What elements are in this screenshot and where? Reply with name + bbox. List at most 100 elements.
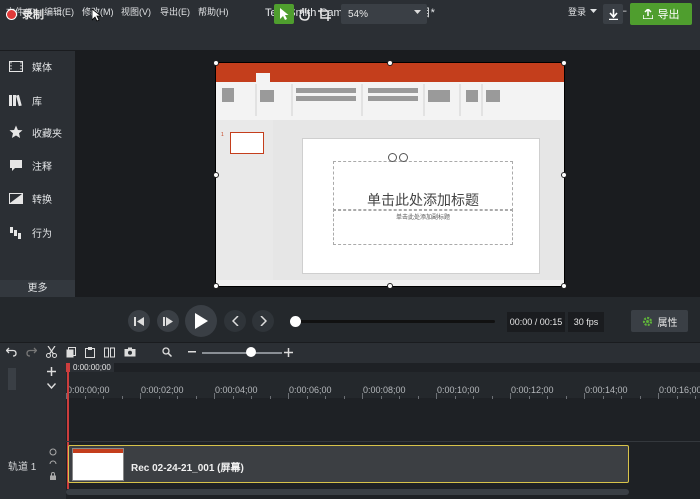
ruler-tick [177,396,178,399]
ruler-tick [343,396,345,399]
play-icon [195,313,208,329]
resize-handle[interactable] [213,60,219,66]
add-track-button[interactable] [42,364,60,378]
menu-help[interactable]: 帮助(H) [198,5,229,18]
sidebar-item-label: 库 [32,96,42,108]
play-button[interactable] [185,305,217,337]
split-button[interactable] [102,345,116,359]
timeline-zoom-handle[interactable] [246,347,256,357]
ruler-tick [491,396,493,399]
sidebar-item-library[interactable]: 库 [0,84,75,116]
crop-tool-button[interactable] [314,4,334,24]
ruler-tick [676,396,678,399]
ruler-tick [306,396,308,399]
chevron-right-icon [259,316,267,326]
menu-view[interactable]: 视图(V) [121,5,151,18]
previous-marker-button[interactable] [224,310,246,332]
sidebar-item-transitions[interactable]: 转换 [0,182,75,214]
ppt-thumbnail-pane: 1 [216,120,273,280]
snapshot-button[interactable] [123,345,137,359]
zoom-value: 54% [348,8,369,20]
ruler-tick-label: 0:00:12;00 [511,385,554,395]
export-label: 导出 [657,9,680,21]
fps-readout: 30 fps [568,312,604,332]
rotate-handle-icon [399,153,408,162]
redo-button[interactable] [24,345,38,359]
sidebar-item-behaviors[interactable]: 行为 [0,216,75,248]
resize-handle[interactable] [561,172,567,178]
resize-handle[interactable] [213,172,219,178]
timeline-zoom-slider[interactable] [202,352,282,354]
sidebar-item-label: 行为 [32,228,52,240]
slide-thumbnail [230,132,264,154]
pan-tool-button[interactable] [294,4,314,24]
playhead-time: 0:00:00;00 [70,363,114,372]
ruler-tick-label: 0:00:10;00 [437,385,480,395]
resize-handle[interactable] [561,283,567,289]
minus-icon [188,351,196,353]
ruler-tick [695,396,696,399]
ruler-tick [565,396,567,399]
zoom-select[interactable]: 54% [341,4,427,24]
ruler-tick [84,396,86,399]
download-button[interactable] [603,4,623,24]
ruler-tick [362,393,363,399]
lock-icon[interactable] [49,472,57,480]
undo-icon [5,347,17,357]
plus-icon [46,366,56,376]
timeline-scrollbar[interactable] [66,489,629,495]
zoom-out-button[interactable] [160,345,174,359]
menu-edit[interactable]: 编辑(E) [44,5,74,18]
track-divider [66,441,700,442]
record-icon [6,8,17,20]
behavior-icon [9,225,23,239]
ruler-tick [214,393,215,399]
zoom-in-button[interactable] [281,345,295,359]
step-back-icon [134,316,144,326]
step-back-button[interactable] [128,310,150,332]
paste-icon [85,346,95,358]
sidebar-item-label: 收藏夹 [32,128,62,140]
paste-button[interactable] [83,345,97,359]
sidebar-item-media[interactable]: 媒体 [0,50,75,82]
title-placeholder-box: 单击此处添加标题 [333,161,513,211]
record-button[interactable]: 录制 [6,5,44,23]
properties-button[interactable]: 属性 [631,310,688,332]
export-button[interactable]: 导出 [630,3,692,25]
ruler-tick [658,393,659,399]
subtitle-placeholder-box: 单击此处添加副标题 [333,209,513,245]
step-forward-button[interactable] [157,310,179,332]
menu-export[interactable]: 导出(E) [160,5,190,18]
next-marker-button[interactable] [252,310,274,332]
crop-icon [317,7,331,21]
ruler-tick [547,396,548,399]
resize-handle[interactable] [387,283,393,289]
select-tool-button[interactable] [274,4,294,24]
resize-handle[interactable] [387,60,393,66]
link-icon[interactable] [49,460,57,468]
sidebar-item-favorites[interactable]: 收藏夹 [0,116,75,148]
copy-button[interactable] [64,345,78,359]
scrub-handle[interactable] [290,316,301,327]
collapse-tracks-button[interactable] [42,379,60,393]
plus-icon [283,347,293,357]
more-button[interactable]: 更多 [0,280,75,297]
ruler-tick [380,396,382,399]
resize-handle[interactable] [213,283,219,289]
ruler-tick [140,393,141,399]
scrub-track[interactable] [297,320,495,323]
ppt-active-tab [256,73,270,82]
redo-icon [25,347,37,357]
resize-handle[interactable] [561,60,567,66]
sidebar-item-label: 媒体 [32,62,52,74]
login-menu[interactable]: 登录 [568,5,598,18]
zoom-minus-button[interactable] [185,345,199,359]
eye-icon[interactable] [49,448,57,456]
undo-button[interactable] [4,345,18,359]
copy-icon [66,346,76,357]
track-height-grip[interactable] [8,368,16,390]
cut-button[interactable] [44,345,58,359]
ruler-tick [510,393,511,399]
sidebar-item-annotations[interactable]: 注释 [0,149,75,181]
recorded-screen-preview[interactable]: 1 单击此处添加标题 单击此处添加副标题 [216,63,564,286]
